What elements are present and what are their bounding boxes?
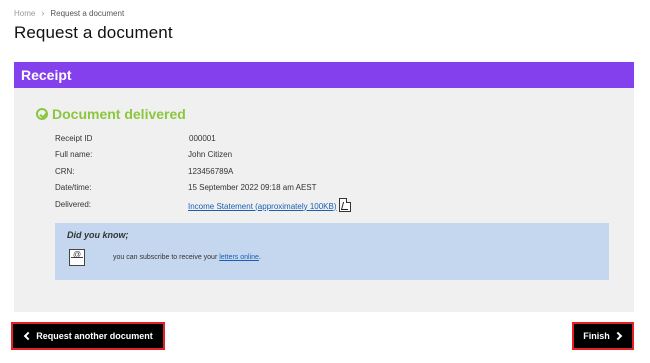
pdf-icon[interactable]: [338, 198, 351, 212]
delivery-status-text: Document delivered: [52, 106, 186, 122]
crn-value: 123456789A: [188, 167, 234, 176]
chevron-left-icon: [23, 331, 33, 341]
info-title: Did you know;: [67, 230, 129, 240]
full-name-value: John Citizen: [188, 150, 233, 159]
breadcrumb-separator: ›: [41, 8, 45, 18]
receipt-panel: Receipt Document delivered Receipt ID 00…: [14, 62, 634, 312]
email-icon: @: [69, 249, 85, 266]
delivered-label: Delivered:: [55, 200, 92, 209]
info-text-prefix: you can subscribe to receive your: [113, 254, 220, 261]
breadcrumb-current: Request a document: [50, 8, 125, 18]
request-another-document-label: Request another document: [36, 331, 153, 341]
datetime-label: Date/time:: [55, 183, 92, 192]
delivered-value: Income Statement (approximately 100KB): [188, 198, 351, 212]
breadcrumb: Home › Request a document: [14, 8, 124, 18]
delivery-status: Document delivered: [36, 106, 186, 122]
crn-label: CRN:: [55, 167, 75, 176]
letters-online-link[interactable]: letters online: [219, 254, 259, 261]
receipt-id-label: Receipt ID: [55, 134, 93, 143]
info-text: you can subscribe to receive your letter…: [113, 254, 261, 261]
datetime-value: 15 September 2022 09:18 am AEST: [188, 183, 317, 192]
request-another-document-button[interactable]: Request another document: [11, 322, 165, 350]
full-name-label: Full name:: [55, 150, 93, 159]
info-text-suffix: .: [258, 254, 261, 261]
receipt-header: Receipt: [14, 62, 634, 88]
page-title: Request a document: [14, 23, 173, 42]
finish-button[interactable]: Finish: [572, 322, 634, 350]
income-statement-link[interactable]: Income Statement (approximately 100KB): [188, 202, 337, 211]
did-you-know-box: Did you know; @ you can subscribe to rec…: [55, 223, 609, 280]
receipt-id-value: 000001: [189, 134, 216, 143]
check-circle-icon: [36, 108, 48, 120]
breadcrumb-home-link[interactable]: Home: [14, 9, 35, 18]
finish-label: Finish: [583, 331, 610, 341]
chevron-right-icon: [613, 331, 622, 341]
